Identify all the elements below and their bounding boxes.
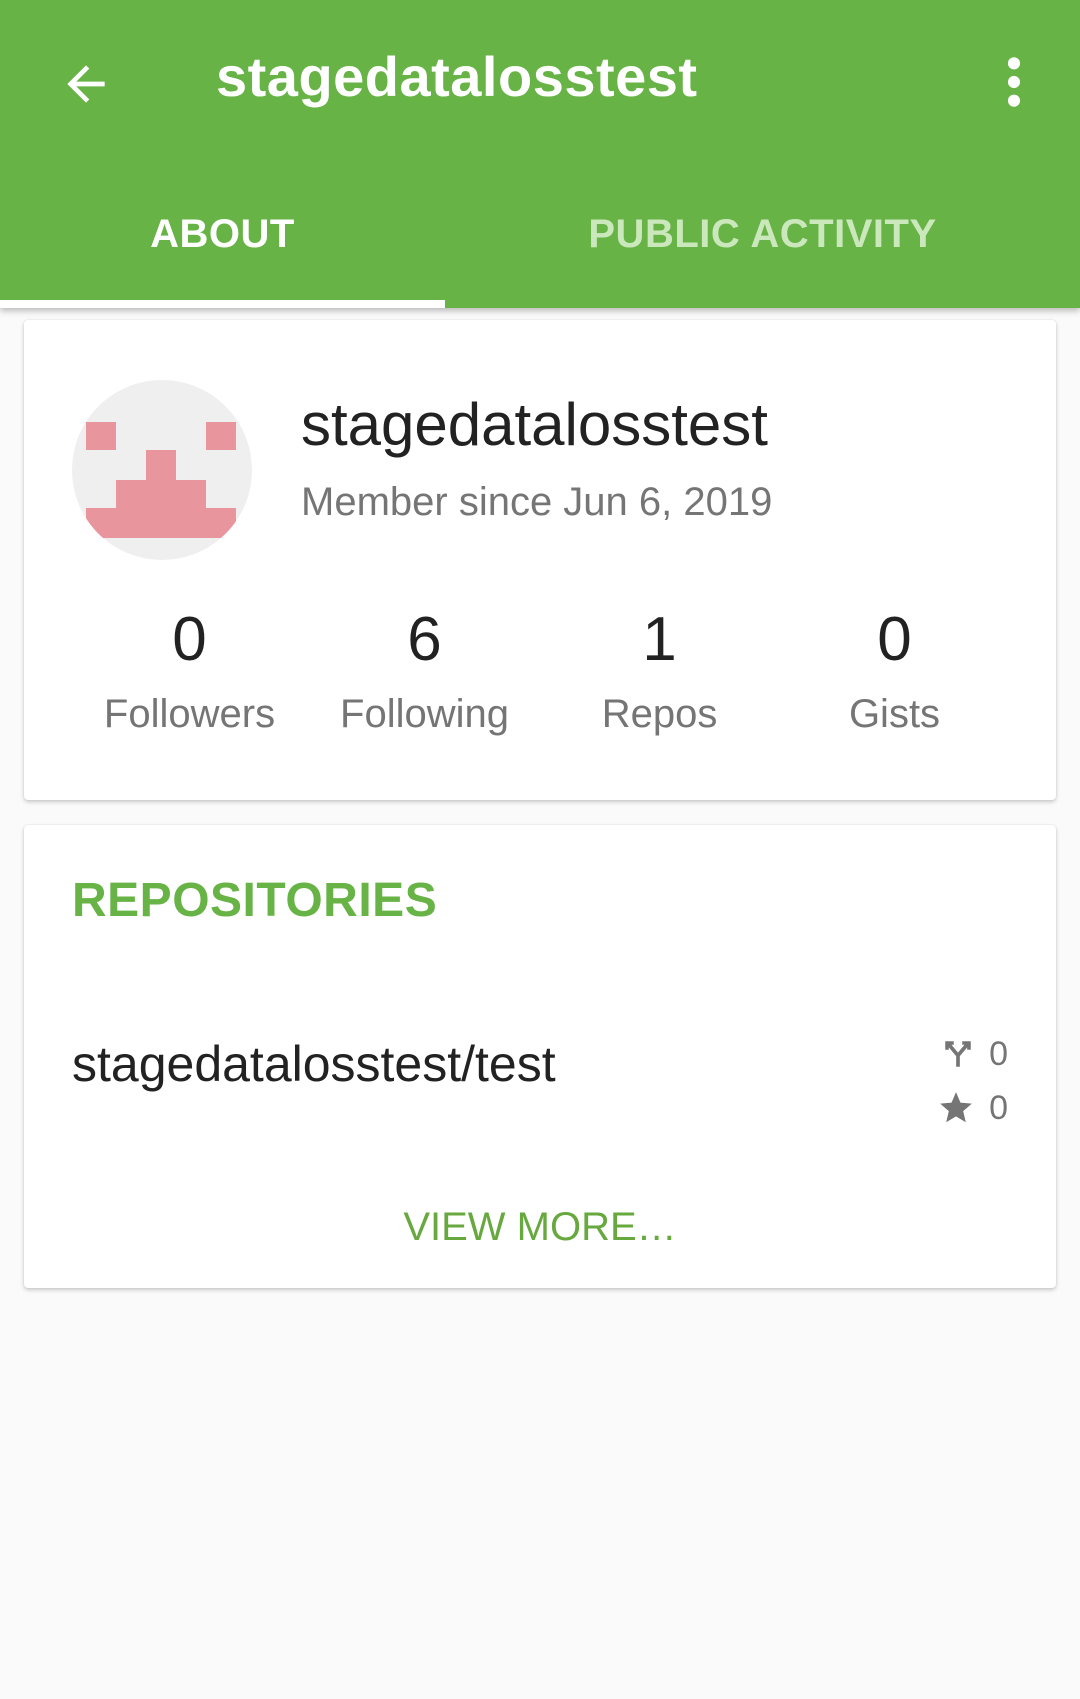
app-bar: stagedatalosstest ABOUT PUBLIC ACTIVITY [0, 0, 1080, 308]
repo-stars: 0 [918, 1083, 1008, 1133]
stat-label: Followers [103, 692, 276, 736]
star-icon [940, 1092, 972, 1123]
page-title: stagedatalosstest [216, 45, 698, 108]
profile-card: stagedatalosstest Member since Jun 6, 20… [24, 320, 1056, 800]
section-title: REPOSITORIES [72, 874, 438, 927]
back-button[interactable] [50, 48, 122, 120]
stat-label: Repos [601, 692, 718, 736]
stat-value: 0 [172, 605, 207, 674]
repositories-card: REPOSITORIES stagedatalosstest/test 0 0 … [24, 825, 1056, 1288]
stat-label: Gists [848, 692, 941, 736]
profile-stats: 0 Followers 6 Following 1 Repos 0 Gists [72, 600, 1012, 750]
arrow-back-icon [67, 65, 105, 103]
avatar[interactable] [72, 380, 252, 560]
stat-value: 6 [407, 605, 442, 674]
stat-followers[interactable]: 0 Followers [72, 600, 307, 750]
stat-gists[interactable]: 0 Gists [777, 600, 1012, 750]
repo-list-item[interactable]: stagedatalosstest/test 0 0 [24, 1005, 1056, 1127]
fork-icon [945, 1041, 971, 1067]
tab-public-activity[interactable]: PUBLIC ACTIVITY [445, 190, 1080, 308]
more-vert-icon [1007, 57, 1021, 107]
overflow-menu-button[interactable] [990, 46, 1038, 118]
repo-forks: 0 [918, 1029, 1008, 1079]
repo-meta: 0 0 [918, 1005, 1008, 1127]
tab-indicator [0, 300, 445, 308]
tab-about[interactable]: ABOUT [0, 190, 445, 308]
tab-bar: ABOUT PUBLIC ACTIVITY [0, 190, 1080, 308]
stat-value: 0 [877, 605, 912, 674]
repo-forks-count: 0 [989, 1034, 1008, 1073]
repo-stars-count: 0 [989, 1088, 1008, 1127]
stat-label: Following [340, 692, 509, 736]
identicon-image [86, 422, 236, 538]
stat-following[interactable]: 6 Following [307, 600, 542, 750]
stat-value: 1 [642, 605, 677, 674]
member-since-text: Member since Jun 6, 2019 [301, 480, 773, 524]
stat-repos[interactable]: 1 Repos [542, 600, 777, 750]
repo-name: stagedatalosstest/test [72, 1036, 556, 1092]
view-more-button[interactable]: VIEW MORE… [24, 1205, 1056, 1250]
profile-username: stagedatalosstest [301, 391, 768, 458]
